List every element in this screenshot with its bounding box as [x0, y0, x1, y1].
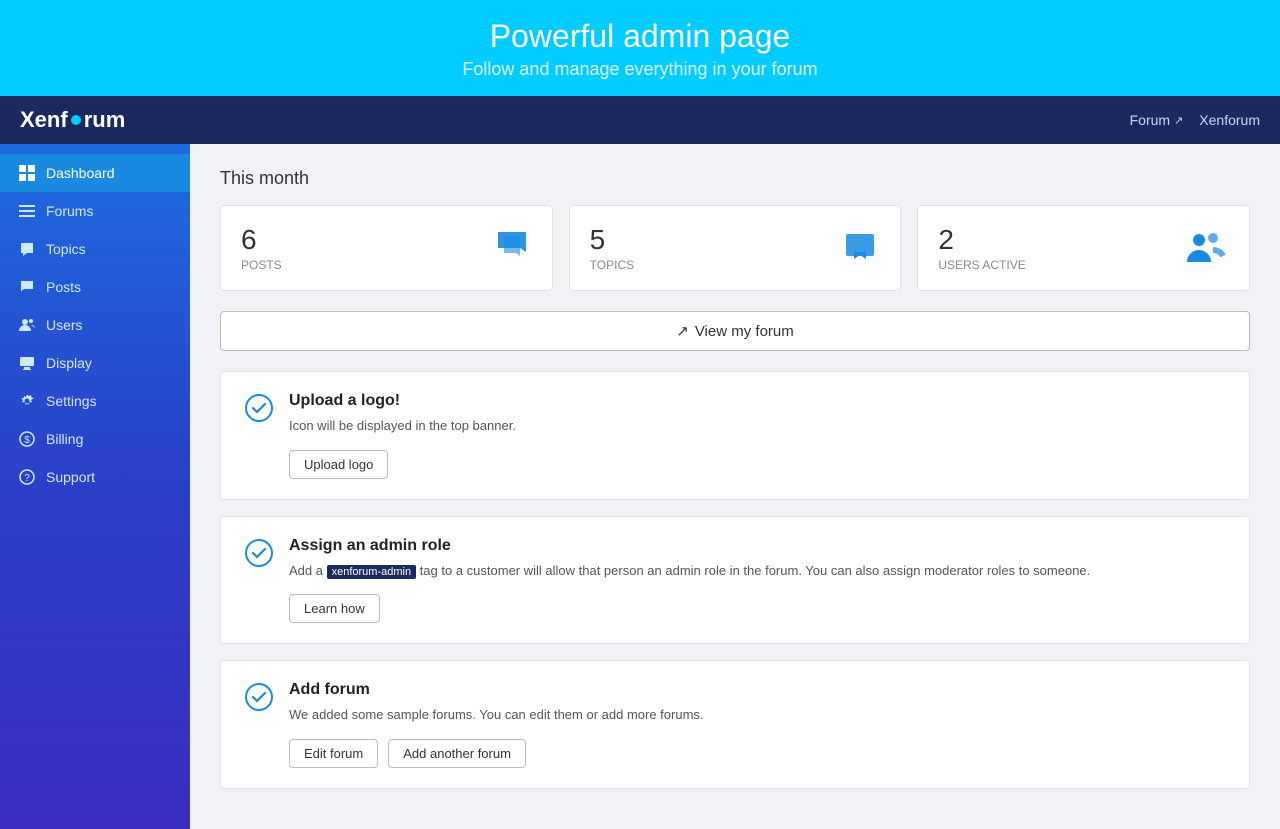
task-desc-admin: Add a xenforum-admin tag to a customer w…: [289, 561, 1225, 581]
logo: Xenfrum: [20, 107, 125, 133]
topics-icon: [18, 240, 36, 258]
svg-text:?: ?: [24, 473, 30, 484]
stat-posts-number: 6: [241, 224, 282, 256]
check-icon-upload: [245, 394, 273, 422]
task-body-admin: Assign an admin role Add a xenforum-admi…: [289, 537, 1225, 624]
learn-how-button[interactable]: Learn how: [289, 594, 380, 623]
sidebar-label-settings: Settings: [46, 393, 97, 409]
sidebar: Dashboard Forums Topics Posts Users: [0, 144, 190, 829]
check-icon-forum: [245, 683, 273, 711]
sidebar-item-support[interactable]: ? Support: [0, 458, 190, 496]
app-shell: Dashboard Forums Topics Posts Users: [0, 144, 1280, 829]
sidebar-item-posts[interactable]: Posts: [0, 268, 190, 306]
forum-link-label: Forum: [1130, 112, 1170, 128]
add-another-forum-button[interactable]: Add another forum: [388, 739, 526, 768]
sidebar-label-support: Support: [46, 469, 95, 485]
task-btns-admin: Learn how: [289, 594, 1225, 623]
users-icon: [18, 316, 36, 334]
task-title-admin: Assign an admin role: [289, 537, 1225, 555]
support-icon: ?: [18, 468, 36, 486]
task-btns-upload: Upload logo: [289, 450, 1225, 479]
users-stat-icon: [1185, 228, 1229, 269]
task-add-forum: Add forum We added some sample forums. Y…: [220, 660, 1250, 789]
desc-before: Add a: [289, 563, 327, 578]
forum-link[interactable]: Forum ↗: [1130, 112, 1184, 128]
stat-users-label: USERS ACTIVE: [938, 258, 1025, 272]
sidebar-label-topics: Topics: [46, 241, 86, 257]
hero-subtitle: Follow and manage everything in your for…: [0, 59, 1280, 80]
sidebar-item-topics[interactable]: Topics: [0, 230, 190, 268]
task-assign-admin: Assign an admin role Add a xenforum-admi…: [220, 516, 1250, 645]
username-label: Xenforum: [1199, 112, 1260, 128]
stat-users-number: 2: [938, 224, 1025, 256]
check-icon-admin: [245, 539, 273, 567]
sidebar-item-dashboard[interactable]: Dashboard: [0, 154, 190, 192]
main-content: This month 6 POSTS 5 TOPICS: [190, 144, 1280, 829]
edit-forum-button[interactable]: Edit forum: [289, 739, 378, 768]
top-nav: Xenfrum Forum ↗ Xenforum: [0, 96, 1280, 144]
billing-icon: $: [18, 430, 36, 448]
view-forum-icon: ↗: [676, 322, 689, 340]
dashboard-icon: [18, 164, 36, 182]
sidebar-label-users: Users: [46, 317, 83, 333]
task-title-upload: Upload a logo!: [289, 392, 1225, 410]
sidebar-item-display[interactable]: Display: [0, 344, 190, 382]
task-body-upload: Upload a logo! Icon will be displayed in…: [289, 392, 1225, 479]
sidebar-label-dashboard: Dashboard: [46, 165, 115, 181]
task-btns-forum: Edit forum Add another forum: [289, 739, 1225, 768]
hero-title: Powerful admin page: [0, 18, 1280, 55]
sidebar-label-display: Display: [46, 355, 92, 371]
stat-card-users: 2 USERS ACTIVE: [917, 205, 1250, 291]
topics-stat-icon: [840, 226, 880, 271]
sidebar-item-forums[interactable]: Forums: [0, 192, 190, 230]
admin-tag: xenforum-admin: [327, 565, 416, 579]
sidebar-item-users[interactable]: Users: [0, 306, 190, 344]
section-title: This month: [220, 168, 1250, 189]
task-body-forum: Add forum We added some sample forums. Y…: [289, 681, 1225, 768]
stat-card-topics: 5 TOPICS: [569, 205, 902, 291]
desc-after: tag to a customer will allow that person…: [416, 563, 1090, 578]
stat-posts-label: POSTS: [241, 258, 282, 272]
sidebar-label-posts: Posts: [46, 279, 81, 295]
sidebar-label-forums: Forums: [46, 203, 93, 219]
sidebar-item-settings[interactable]: Settings: [0, 382, 190, 420]
sidebar-label-billing: Billing: [46, 431, 83, 447]
task-desc-forum: We added some sample forums. You can edi…: [289, 705, 1225, 725]
svg-text:$: $: [24, 435, 30, 446]
forums-icon: [18, 202, 36, 220]
logo-dot: [71, 115, 81, 125]
sidebar-item-billing[interactable]: $ Billing: [0, 420, 190, 458]
task-desc-upload: Icon will be displayed in the top banner…: [289, 416, 1225, 436]
posts-icon: [18, 278, 36, 296]
hero-banner: Powerful admin page Follow and manage ev…: [0, 0, 1280, 96]
stat-card-posts: 6 POSTS: [220, 205, 553, 291]
stat-topics-number: 5: [590, 224, 634, 256]
display-icon: [18, 354, 36, 372]
top-nav-right: Forum ↗ Xenforum: [1130, 112, 1260, 128]
task-upload-logo: Upload a logo! Icon will be displayed in…: [220, 371, 1250, 500]
settings-icon: [18, 392, 36, 410]
upload-logo-button[interactable]: Upload logo: [289, 450, 388, 479]
view-forum-button[interactable]: ↗ View my forum: [220, 311, 1250, 351]
task-title-forum: Add forum: [289, 681, 1225, 699]
posts-stat-icon: [492, 226, 532, 271]
view-forum-label: View my forum: [695, 323, 794, 340]
stat-topics-label: TOPICS: [590, 258, 634, 272]
external-link-icon: ↗: [1174, 114, 1183, 127]
stats-row: 6 POSTS 5 TOPICS: [220, 205, 1250, 291]
